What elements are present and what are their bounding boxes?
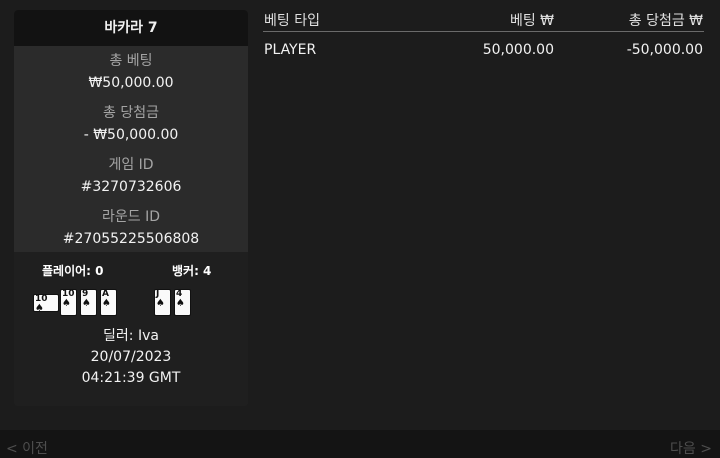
total-win-value: - ₩50,000.00 — [83, 127, 179, 143]
bet-type-cell: PLAYER — [264, 42, 317, 58]
spade-icon: ♠ — [82, 298, 91, 309]
dealer-info: 딜러: Iva 20/07/2023 04:21:39 GMT — [14, 326, 248, 389]
player-score: 플레이어: 0 — [42, 264, 104, 278]
spade-icon: ♠ — [176, 298, 185, 309]
col-bet-amount-header: 베팅 ₩ — [509, 13, 554, 29]
banker-card-1: 4 ♠ — [174, 289, 191, 316]
table-header: 베팅 타입 베팅 ₩ 총 당첨금 ₩ — [263, 8, 704, 32]
total-bet-value: ₩50,000.00 — [88, 75, 174, 91]
prev-button[interactable]: < 이전 — [6, 438, 48, 458]
dealer-name: 딜러: Iva — [103, 328, 159, 344]
game-id-label: 게임 ID — [108, 157, 154, 173]
next-button[interactable]: 다음 > — [670, 438, 712, 458]
game-id-value: #3270732606 — [80, 179, 182, 195]
col-total-win-header: 총 당첨금 ₩ — [628, 13, 703, 29]
bet-amount-cell: 50,000.00 — [482, 42, 554, 58]
round-date: 20/07/2023 — [90, 349, 172, 365]
round-id-label: 라운드 ID — [102, 209, 160, 225]
cards-area: 10 ♠ 10 ♠ 9 ♠ A ♠ J ♠ 4 ♠ — [14, 289, 248, 319]
total-bet-label: 총 베팅 — [109, 53, 153, 69]
round-result: 플레이어: 0 뱅커: 4 10 ♠ 10 ♠ 9 ♠ A ♠ J ♠ 4 ♠ 딜러: Iva 20… — [14, 252, 248, 406]
player-card-0: 10 ♠ — [33, 294, 59, 312]
round-summary-panel: 바카라 7 총 베팅 ₩50,000.00 총 당첨금 - ₩50,000.00… — [14, 10, 248, 406]
total-win-label: 총 당첨금 — [103, 105, 159, 121]
banker-card-0: J ♠ — [154, 289, 171, 316]
spade-icon: ♠ — [102, 298, 111, 309]
table-row: PLAYER 50,000.00 -50,000.00 — [263, 32, 704, 66]
spade-icon: ♠ — [156, 298, 165, 309]
total-win-cell: -50,000.00 — [626, 42, 703, 58]
banker-score: 뱅커: 4 — [172, 264, 212, 278]
summary-section: 총 베팅 ₩50,000.00 총 당첨금 - ₩50,000.00 게임 ID… — [14, 46, 248, 258]
player-card-1: 10 ♠ — [60, 289, 77, 316]
pagination-footer: < 이전 다음 > — [0, 430, 720, 458]
game-title: 바카라 7 — [14, 10, 248, 46]
player-card-2: 9 ♠ — [80, 289, 97, 316]
bet-table: 베팅 타입 베팅 ₩ 총 당첨금 ₩ PLAYER 50,000.00 -50,… — [263, 8, 704, 66]
player-card-3: A ♠ — [100, 289, 117, 316]
score-row: 플레이어: 0 뱅커: 4 — [14, 262, 248, 278]
spade-icon: ♠ — [62, 298, 71, 309]
spade-icon: ♠ — [35, 303, 44, 312]
round-time: 04:21:39 GMT — [81, 370, 181, 386]
col-bet-type-header: 베팅 타입 — [264, 13, 320, 29]
